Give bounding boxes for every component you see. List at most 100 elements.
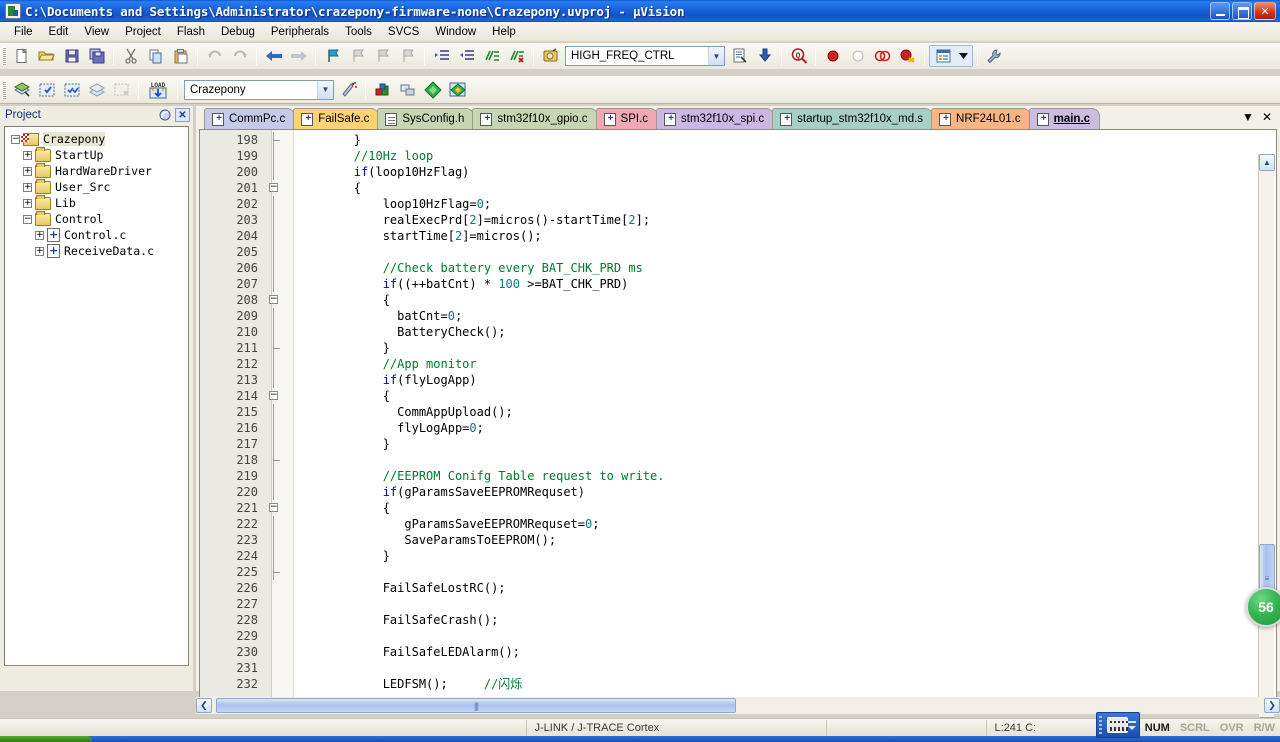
green-count-badge[interactable]: 56	[1246, 587, 1280, 627]
expander-icon[interactable]: +	[23, 167, 32, 176]
fold-marker[interactable]: −	[264, 180, 286, 196]
code-line[interactable]: 207 if((++batCnt) * 100 >=BAT_CHK_PRD)	[200, 276, 1276, 292]
comment-icon[interactable]	[480, 45, 503, 67]
manage-windows-icon[interactable]	[932, 45, 955, 67]
ime-menu-arrows[interactable]	[1128, 721, 1136, 730]
navigate-back-icon[interactable]	[262, 45, 285, 67]
code-line[interactable]: 199 //10Hz loop	[200, 148, 1276, 164]
code-line[interactable]: 208− {	[200, 292, 1276, 308]
code-line[interactable]: 198 }	[200, 132, 1276, 148]
batch-build-icon[interactable]	[85, 79, 108, 101]
paste-icon[interactable]	[169, 45, 192, 67]
code-line[interactable]: 213 if(flyLogApp)	[200, 372, 1276, 388]
code-line[interactable]: 219 //EEPROM Conifg Table request to wri…	[200, 468, 1276, 484]
open-file-icon[interactable]	[35, 45, 58, 67]
fold-marker[interactable]: −	[264, 500, 286, 516]
horizontal-scroll-thumb[interactable]: |||	[216, 698, 736, 713]
editor-tab-spi-c[interactable]: SPI.c	[596, 108, 658, 129]
expander-icon[interactable]: −	[11, 135, 20, 144]
code-line[interactable]: 227	[200, 596, 1276, 612]
code-editor[interactable]: 198 }199 //10Hz loop200 if(loop10HzFlag)…	[199, 129, 1277, 711]
horizontal-scroll-track[interactable]: |||	[212, 698, 1264, 713]
code-line[interactable]: 201− {	[200, 180, 1276, 196]
menu-debug[interactable]: Debug	[213, 24, 263, 40]
editor-tab-sysconfig-h[interactable]: SysConfig.h	[377, 108, 474, 129]
manage-multi-project-icon[interactable]	[396, 79, 419, 101]
code-line[interactable]: 212 //App monitor	[200, 356, 1276, 372]
project-tree[interactable]: − Crazepony + StartUp + HardWareDriver +	[4, 126, 189, 666]
code-line[interactable]: 211 }	[200, 340, 1276, 356]
project-select[interactable]: Crazepony ▼	[184, 80, 334, 100]
expander-icon[interactable]: +	[35, 247, 44, 256]
code-line[interactable]: 205	[200, 244, 1276, 260]
save-all-icon[interactable]	[85, 45, 108, 67]
code-line[interactable]: 200 if(loop10HzFlag)	[200, 164, 1276, 180]
code-line[interactable]: 214− {	[200, 388, 1276, 404]
pack-installer-icon[interactable]	[446, 79, 469, 101]
code-line[interactable]: 203 realExecPrd[2]=micros()-startTime[2]…	[200, 212, 1276, 228]
disable-breakpoint-icon[interactable]	[846, 45, 869, 67]
editor-tab-stm32f10x-spi-c[interactable]: stm32f10x_spi.c	[656, 108, 774, 129]
fold-collapse-icon[interactable]: −	[269, 183, 278, 192]
configure-icon[interactable]	[983, 45, 1006, 67]
manage-run-time-env-icon[interactable]	[421, 79, 444, 101]
menu-file[interactable]: File	[6, 24, 41, 40]
expander-icon[interactable]: −	[23, 215, 32, 224]
bookmark-toggle-icon[interactable]	[321, 45, 344, 67]
translate-icon[interactable]	[10, 79, 33, 101]
code-line[interactable]: 223 SaveParamsToEEPROM();	[200, 532, 1276, 548]
code-line[interactable]: 210 BatteryCheck();	[200, 324, 1276, 340]
expander-icon[interactable]: +	[35, 231, 44, 240]
target-options-wizard-icon[interactable]	[337, 79, 360, 101]
scroll-left-button[interactable]: ❮	[196, 698, 212, 713]
editor-tab-stm32f10x-gpio-c[interactable]: stm32f10x_gpio.c	[472, 108, 597, 129]
code-line[interactable]: 225	[200, 564, 1276, 580]
uncomment-icon[interactable]	[505, 45, 528, 67]
chevron-down-icon[interactable]	[1128, 726, 1136, 730]
chevron-down-icon[interactable]: ▼	[317, 81, 333, 99]
tree-node-hardwaredriver[interactable]: + HardWareDriver	[7, 163, 186, 179]
code-content[interactable]: 198 }199 //10Hz loop200 if(loop10HzFlag)…	[200, 130, 1276, 710]
fold-collapse-icon[interactable]: −	[269, 295, 278, 304]
code-line[interactable]: 202 loop10HzFlag=0;	[200, 196, 1276, 212]
close-icon[interactable]: ✕	[175, 108, 190, 122]
code-line[interactable]: 218	[200, 452, 1276, 468]
tree-node-control[interactable]: − Control	[7, 211, 186, 227]
menu-svcs[interactable]: SVCS	[380, 24, 427, 40]
outdent-icon[interactable]	[455, 45, 478, 67]
manage-project-items-icon[interactable]	[371, 79, 394, 101]
dropdown-arrow-icon[interactable]	[957, 45, 970, 67]
code-line[interactable]: 220 if(gParamsSaveEEPROMRequset)	[200, 484, 1276, 500]
code-line[interactable]: 209 batCnt=0;	[200, 308, 1276, 324]
editor-tab-commpc-c[interactable]: CommPc.c	[204, 108, 295, 129]
tree-node-crazepony[interactable]: − Crazepony	[7, 131, 186, 147]
toolbar-grip[interactable]	[2, 47, 6, 65]
cut-icon[interactable]	[119, 45, 142, 67]
start-button[interactable]	[0, 736, 92, 742]
indent-icon[interactable]	[430, 45, 453, 67]
pin-icon[interactable]	[158, 108, 173, 122]
code-line[interactable]: 232 LEDFSM(); //闪烁	[200, 676, 1276, 692]
editor-vertical-scrollbar[interactable]: ▲ ≡ ▼	[1258, 154, 1274, 734]
download-icon[interactable]	[753, 45, 776, 67]
menu-help[interactable]: Help	[484, 24, 524, 40]
code-line[interactable]: 215 CommAppUpload();	[200, 404, 1276, 420]
menu-peripherals[interactable]: Peripherals	[263, 24, 337, 40]
maximize-button[interactable]	[1232, 2, 1252, 20]
toolbar-grip[interactable]	[2, 81, 6, 99]
copy-icon[interactable]	[144, 45, 167, 67]
new-file-icon[interactable]	[10, 45, 33, 67]
code-line[interactable]: 228 FailSafeCrash();	[200, 612, 1276, 628]
fold-marker[interactable]: −	[264, 292, 286, 308]
disable-all-breakpoints-icon[interactable]	[896, 45, 919, 67]
ime-language-bar[interactable]	[1096, 712, 1140, 738]
kill-all-breakpoints-icon[interactable]	[871, 45, 894, 67]
code-line[interactable]: 229	[200, 628, 1276, 644]
code-line[interactable]: 224 }	[200, 548, 1276, 564]
load-to-flash-icon[interactable]: LOAD	[144, 79, 172, 101]
menu-tools[interactable]: Tools	[337, 24, 380, 40]
minimize-button[interactable]	[1210, 2, 1230, 20]
code-line[interactable]: 226 FailSafeLostRC();	[200, 580, 1276, 596]
build-target-icon[interactable]	[35, 79, 58, 101]
expander-icon[interactable]: +	[23, 199, 32, 208]
